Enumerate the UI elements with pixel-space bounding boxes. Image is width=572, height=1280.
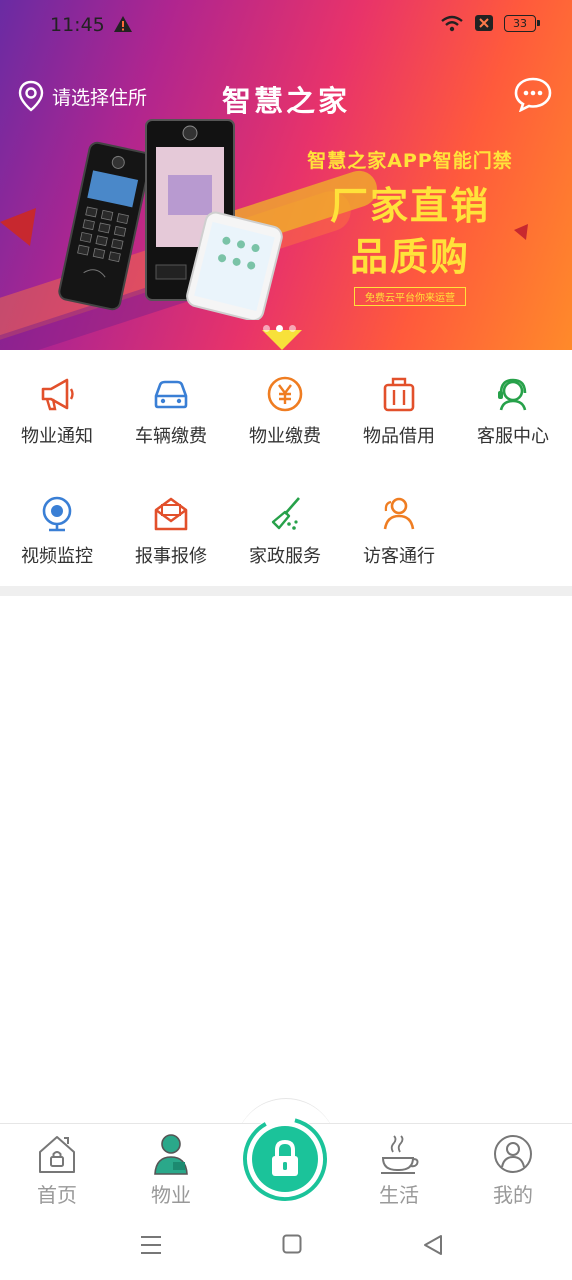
app-title: 智慧之家 (221, 84, 350, 118)
tab-mine[interactable]: 我的 (456, 1130, 570, 1210)
service-label: 家政服务 (249, 546, 321, 567)
tab-home[interactable]: 首页 (0, 1130, 114, 1210)
promo-tag: 免费云平台你来运营 (354, 287, 466, 306)
door-access-devices-illustration (58, 119, 283, 320)
service-vehicle-payment[interactable]: 车辆缴费 (114, 350, 228, 460)
service-label: 访客通行 (363, 546, 435, 567)
red-triangle-decoration (0, 208, 36, 246)
headset-icon (498, 378, 527, 411)
service-label: 车辆缴费 (135, 426, 207, 447)
service-item-borrow[interactable]: 物品借用 (342, 350, 456, 460)
status-indicators: 33 (440, 14, 540, 32)
promo-headline: 智慧之家APP智能门禁 (307, 150, 513, 172)
service-label: 客服中心 (477, 426, 549, 447)
yellow-shape-decoration (262, 330, 302, 350)
sim-off-icon (475, 15, 493, 31)
service-grid: 物业通知 车辆缴费 物业缴费 物品借用 客服中心 视频监控 报事报修 家政服务 … (0, 350, 572, 586)
visitors-icon (383, 497, 415, 530)
car-icon (154, 380, 188, 409)
service-label: 视频监控 (21, 546, 93, 567)
wifi-icon (441, 15, 463, 32)
home-header: 请选择住所 智慧之家 (0, 74, 572, 120)
service-property-payment[interactable]: 物业缴费 (228, 350, 342, 460)
promo-slogan-2: 品质购 (349, 235, 470, 279)
tab-label: 物业 (151, 1183, 191, 1207)
coffee-cup-icon (381, 1135, 419, 1174)
home-square-icon[interactable] (282, 1234, 302, 1254)
tab-label: 生活 (379, 1183, 419, 1207)
tab-property[interactable]: 物业 (114, 1130, 228, 1210)
door-lock-icon (243, 1117, 327, 1201)
menu-icon[interactable] (140, 1234, 162, 1256)
home-icon (39, 1136, 75, 1173)
broom-icon (271, 497, 300, 530)
carousel-indicator (263, 325, 296, 332)
property-person-icon (154, 1134, 188, 1175)
carousel-dot[interactable] (289, 325, 296, 332)
battery-indicator: 33 (504, 14, 540, 32)
service-property-notice[interactable]: 物业通知 (0, 350, 114, 460)
promo-text: 智慧之家APP智能门禁 厂家直销 品质购 免费云平台你来运营 (290, 146, 530, 306)
promo-slogan-1: 厂家直销 (329, 184, 490, 228)
user-circle-icon (494, 1135, 532, 1173)
service-customer-center[interactable]: 客服中心 (456, 350, 570, 460)
status-bar: 11:45 33 (0, 0, 572, 52)
battery-level: 33 (504, 14, 536, 32)
service-video-monitor[interactable]: 视频监控 (0, 470, 114, 580)
status-time: 11:45 (50, 14, 105, 36)
service-housekeeping[interactable]: 家政服务 (228, 470, 342, 580)
carousel-dot[interactable] (263, 325, 270, 332)
chat-bubble-icon[interactable] (514, 76, 552, 112)
promo-banner[interactable]: 11:45 33 请选择住所 智慧之家 智慧之家APP智能门禁 厂家直销 品质购… (0, 0, 572, 350)
service-label: 物业缴费 (249, 426, 321, 447)
service-label: 报事报修 (135, 546, 207, 567)
section-divider (0, 586, 572, 596)
back-triangle-icon[interactable] (422, 1234, 444, 1256)
tab-label: 我的 (493, 1183, 533, 1207)
service-label: 物品借用 (363, 426, 435, 447)
megaphone-icon (41, 378, 74, 411)
tab-label: 首页 (37, 1183, 77, 1207)
service-report-repair[interactable]: 报事报修 (114, 470, 228, 580)
service-visitor-pass[interactable]: 访客通行 (342, 470, 456, 580)
warning-icon (114, 16, 132, 32)
envelope-icon (154, 497, 188, 531)
service-label: 物业通知 (21, 426, 93, 447)
tab-life[interactable]: 生活 (342, 1130, 456, 1210)
unlock-button[interactable] (242, 1116, 328, 1202)
yen-coin-icon (267, 376, 303, 412)
camera-icon (42, 496, 72, 532)
system-navigation-bar (0, 1210, 572, 1280)
carousel-dot-active[interactable] (276, 325, 283, 332)
suitcase-icon (383, 377, 415, 412)
